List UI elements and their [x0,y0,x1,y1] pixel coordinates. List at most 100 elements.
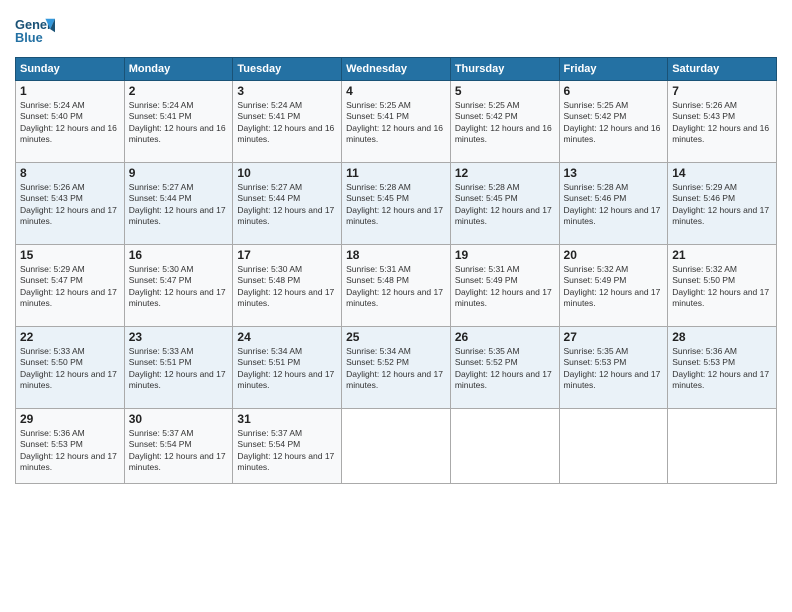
calendar-cell: 4 Sunrise: 5:25 AMSunset: 5:41 PMDayligh… [342,81,451,163]
week-row-1: 1 Sunrise: 5:24 AMSunset: 5:40 PMDayligh… [16,81,777,163]
day-number: 31 [237,412,337,426]
calendar-cell: 5 Sunrise: 5:25 AMSunset: 5:42 PMDayligh… [450,81,559,163]
calendar-cell: 18 Sunrise: 5:31 AMSunset: 5:48 PMDaylig… [342,245,451,327]
day-info: Sunrise: 5:25 AMSunset: 5:42 PMDaylight:… [455,100,552,144]
day-info: Sunrise: 5:27 AMSunset: 5:44 PMDaylight:… [129,182,226,226]
day-number: 12 [455,166,555,180]
day-number: 3 [237,84,337,98]
day-number: 14 [672,166,772,180]
calendar-cell [342,409,451,484]
calendar-cell: 3 Sunrise: 5:24 AMSunset: 5:41 PMDayligh… [233,81,342,163]
weekday-header-monday: Monday [124,58,233,81]
svg-text:Blue: Blue [15,30,43,45]
calendar-cell: 11 Sunrise: 5:28 AMSunset: 5:45 PMDaylig… [342,163,451,245]
day-number: 11 [346,166,446,180]
day-number: 2 [129,84,229,98]
day-number: 16 [129,248,229,262]
day-number: 10 [237,166,337,180]
day-info: Sunrise: 5:24 AMSunset: 5:41 PMDaylight:… [129,100,226,144]
day-number: 30 [129,412,229,426]
day-number: 29 [20,412,120,426]
calendar-cell: 31 Sunrise: 5:37 AMSunset: 5:54 PMDaylig… [233,409,342,484]
calendar-cell: 29 Sunrise: 5:36 AMSunset: 5:53 PMDaylig… [16,409,125,484]
day-number: 15 [20,248,120,262]
header: General Blue [15,10,777,49]
day-info: Sunrise: 5:28 AMSunset: 5:45 PMDaylight:… [346,182,443,226]
day-number: 5 [455,84,555,98]
calendar-cell [450,409,559,484]
day-info: Sunrise: 5:24 AMSunset: 5:41 PMDaylight:… [237,100,334,144]
calendar-cell: 6 Sunrise: 5:25 AMSunset: 5:42 PMDayligh… [559,81,668,163]
day-info: Sunrise: 5:31 AMSunset: 5:49 PMDaylight:… [455,264,552,308]
calendar-cell [668,409,777,484]
calendar-cell: 14 Sunrise: 5:29 AMSunset: 5:46 PMDaylig… [668,163,777,245]
calendar-cell [559,409,668,484]
day-info: Sunrise: 5:32 AMSunset: 5:49 PMDaylight:… [564,264,661,308]
day-info: Sunrise: 5:35 AMSunset: 5:52 PMDaylight:… [455,346,552,390]
day-info: Sunrise: 5:35 AMSunset: 5:53 PMDaylight:… [564,346,661,390]
day-info: Sunrise: 5:32 AMSunset: 5:50 PMDaylight:… [672,264,769,308]
day-number: 19 [455,248,555,262]
day-number: 28 [672,330,772,344]
calendar-cell: 26 Sunrise: 5:35 AMSunset: 5:52 PMDaylig… [450,327,559,409]
calendar-table: SundayMondayTuesdayWednesdayThursdayFrid… [15,57,777,484]
day-number: 8 [20,166,120,180]
weekday-header-row: SundayMondayTuesdayWednesdayThursdayFrid… [16,58,777,81]
day-info: Sunrise: 5:25 AMSunset: 5:41 PMDaylight:… [346,100,443,144]
week-row-2: 8 Sunrise: 5:26 AMSunset: 5:43 PMDayligh… [16,163,777,245]
day-info: Sunrise: 5:34 AMSunset: 5:52 PMDaylight:… [346,346,443,390]
calendar-cell: 7 Sunrise: 5:26 AMSunset: 5:43 PMDayligh… [668,81,777,163]
day-info: Sunrise: 5:37 AMSunset: 5:54 PMDaylight:… [129,428,226,472]
day-number: 17 [237,248,337,262]
day-info: Sunrise: 5:31 AMSunset: 5:48 PMDaylight:… [346,264,443,308]
day-info: Sunrise: 5:36 AMSunset: 5:53 PMDaylight:… [20,428,117,472]
calendar-cell: 8 Sunrise: 5:26 AMSunset: 5:43 PMDayligh… [16,163,125,245]
weekday-header-tuesday: Tuesday [233,58,342,81]
calendar-cell: 28 Sunrise: 5:36 AMSunset: 5:53 PMDaylig… [668,327,777,409]
day-number: 1 [20,84,120,98]
calendar-cell: 27 Sunrise: 5:35 AMSunset: 5:53 PMDaylig… [559,327,668,409]
week-row-4: 22 Sunrise: 5:33 AMSunset: 5:50 PMDaylig… [16,327,777,409]
day-info: Sunrise: 5:26 AMSunset: 5:43 PMDaylight:… [20,182,117,226]
day-number: 27 [564,330,664,344]
day-number: 21 [672,248,772,262]
day-info: Sunrise: 5:25 AMSunset: 5:42 PMDaylight:… [564,100,661,144]
calendar-cell: 13 Sunrise: 5:28 AMSunset: 5:46 PMDaylig… [559,163,668,245]
page: General Blue SundayMondayTuesdayWednesda… [0,0,792,612]
week-row-5: 29 Sunrise: 5:36 AMSunset: 5:53 PMDaylig… [16,409,777,484]
day-info: Sunrise: 5:29 AMSunset: 5:47 PMDaylight:… [20,264,117,308]
day-info: Sunrise: 5:29 AMSunset: 5:46 PMDaylight:… [672,182,769,226]
calendar-cell: 10 Sunrise: 5:27 AMSunset: 5:44 PMDaylig… [233,163,342,245]
calendar-cell: 17 Sunrise: 5:30 AMSunset: 5:48 PMDaylig… [233,245,342,327]
day-number: 13 [564,166,664,180]
calendar-cell: 9 Sunrise: 5:27 AMSunset: 5:44 PMDayligh… [124,163,233,245]
day-info: Sunrise: 5:30 AMSunset: 5:47 PMDaylight:… [129,264,226,308]
day-number: 7 [672,84,772,98]
calendar-cell: 12 Sunrise: 5:28 AMSunset: 5:45 PMDaylig… [450,163,559,245]
day-info: Sunrise: 5:34 AMSunset: 5:51 PMDaylight:… [237,346,334,390]
day-number: 4 [346,84,446,98]
day-number: 25 [346,330,446,344]
day-info: Sunrise: 5:28 AMSunset: 5:46 PMDaylight:… [564,182,661,226]
day-info: Sunrise: 5:26 AMSunset: 5:43 PMDaylight:… [672,100,769,144]
weekday-header-thursday: Thursday [450,58,559,81]
day-info: Sunrise: 5:33 AMSunset: 5:50 PMDaylight:… [20,346,117,390]
calendar-cell: 2 Sunrise: 5:24 AMSunset: 5:41 PMDayligh… [124,81,233,163]
calendar-cell: 25 Sunrise: 5:34 AMSunset: 5:52 PMDaylig… [342,327,451,409]
calendar-cell: 24 Sunrise: 5:34 AMSunset: 5:51 PMDaylig… [233,327,342,409]
calendar-cell: 23 Sunrise: 5:33 AMSunset: 5:51 PMDaylig… [124,327,233,409]
calendar-cell: 19 Sunrise: 5:31 AMSunset: 5:49 PMDaylig… [450,245,559,327]
weekday-header-sunday: Sunday [16,58,125,81]
day-info: Sunrise: 5:27 AMSunset: 5:44 PMDaylight:… [237,182,334,226]
day-info: Sunrise: 5:24 AMSunset: 5:40 PMDaylight:… [20,100,117,144]
weekday-header-wednesday: Wednesday [342,58,451,81]
day-number: 20 [564,248,664,262]
day-info: Sunrise: 5:36 AMSunset: 5:53 PMDaylight:… [672,346,769,390]
logo: General Blue [15,14,59,49]
calendar-cell: 15 Sunrise: 5:29 AMSunset: 5:47 PMDaylig… [16,245,125,327]
calendar-cell: 16 Sunrise: 5:30 AMSunset: 5:47 PMDaylig… [124,245,233,327]
logo-icon: General Blue [15,14,55,49]
calendar-cell: 30 Sunrise: 5:37 AMSunset: 5:54 PMDaylig… [124,409,233,484]
day-number: 6 [564,84,664,98]
weekday-header-friday: Friday [559,58,668,81]
